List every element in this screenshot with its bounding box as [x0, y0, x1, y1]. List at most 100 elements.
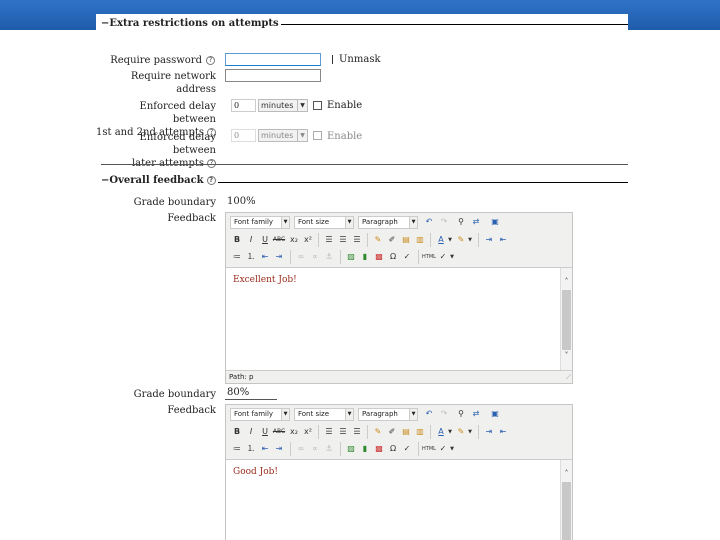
- superscript-button[interactable]: x²: [301, 233, 315, 247]
- help-icon[interactable]: ?: [206, 56, 215, 65]
- chevron-down-icon[interactable]: ▼: [446, 233, 454, 247]
- scroll-up-icon[interactable]: ˄: [561, 276, 572, 288]
- anchor-icon[interactable]: ⚓: [322, 250, 336, 264]
- underline-button[interactable]: U: [258, 425, 272, 439]
- align-center-icon[interactable]: ☰: [336, 425, 350, 439]
- link-icon[interactable]: ∞: [294, 250, 308, 264]
- delay2-enable-checkbox[interactable]: [313, 131, 322, 140]
- bold-button[interactable]: B: [230, 233, 244, 247]
- replace-icon[interactable]: ⇄: [469, 215, 483, 229]
- help-icon[interactable]: ?: [206, 176, 216, 185]
- align-right-icon[interactable]: ☰: [350, 233, 364, 247]
- image-icon[interactable]: ▨: [344, 442, 358, 456]
- rtl-icon[interactable]: ⇤: [496, 233, 510, 247]
- feedback-editor[interactable]: Font family ▼ Font size ▼ Paragraph ▼ ↶ ↷ ⚲…: [225, 212, 573, 384]
- align-left-icon[interactable]: ☰: [322, 233, 336, 247]
- paste-icon[interactable]: ▤: [399, 425, 413, 439]
- paste-icon[interactable]: ▤: [399, 233, 413, 247]
- scroll-thumb[interactable]: [562, 482, 571, 540]
- ltr-icon[interactable]: ⇥: [482, 425, 496, 439]
- find-icon[interactable]: ⚲: [454, 215, 468, 229]
- chevron-down-icon[interactable]: ▼: [466, 233, 474, 247]
- strike-button[interactable]: ABC: [272, 425, 286, 439]
- scroll-up-icon[interactable]: ˄: [561, 468, 572, 480]
- numbered-list-icon[interactable]: ⒈: [244, 442, 258, 456]
- bullet-list-icon[interactable]: ≔: [230, 250, 244, 264]
- outdent-icon[interactable]: ⇤: [258, 250, 272, 264]
- anchor-icon[interactable]: ⚓: [322, 442, 336, 456]
- bold-button[interactable]: B: [230, 425, 244, 439]
- indent-icon[interactable]: ⇥: [272, 250, 286, 264]
- feedback-editor[interactable]: Font family ▼ Font size ▼ Paragraph ▼ ↶ ↷ ⚲…: [225, 404, 573, 540]
- grade-boundary-input[interactable]: 80%: [225, 387, 277, 400]
- delay2-unit-select[interactable]: minutes ▼: [258, 129, 308, 142]
- unmask-checkbox[interactable]: [332, 55, 334, 64]
- html-icon[interactable]: HTML: [422, 250, 436, 264]
- format-select[interactable]: Paragraph ▼: [358, 408, 418, 421]
- numbered-list-icon[interactable]: ⒈: [244, 250, 258, 264]
- italic-button[interactable]: I: [244, 425, 258, 439]
- font-family-select[interactable]: Font family ▼: [230, 408, 290, 421]
- editor-content-area[interactable]: Good Job! ˄: [226, 459, 572, 540]
- emoticon-icon[interactable]: ▩: [372, 442, 386, 456]
- emoticon-icon[interactable]: ▩: [372, 250, 386, 264]
- restrictions-legend[interactable]: −Extra restrictions on attempts: [101, 18, 281, 29]
- vertical-scrollbar[interactable]: ˄: [560, 460, 572, 540]
- paste-word-icon[interactable]: ▥: [413, 233, 427, 247]
- subscript-button[interactable]: x₂: [287, 233, 301, 247]
- fullscreen-icon[interactable]: ▣: [488, 407, 502, 421]
- format-select[interactable]: Paragraph ▼: [358, 216, 418, 229]
- image-icon[interactable]: ▨: [344, 250, 358, 264]
- indent-icon[interactable]: ⇥: [272, 442, 286, 456]
- scroll-thumb[interactable]: [562, 290, 571, 350]
- feedback-legend[interactable]: −Overall feedback?: [101, 175, 218, 186]
- bullet-list-icon[interactable]: ≔: [230, 442, 244, 456]
- resize-grip-icon[interactable]: ⟋: [566, 373, 571, 382]
- cleanup-icon[interactable]: ✎: [371, 233, 385, 247]
- html-icon[interactable]: HTML: [422, 442, 436, 456]
- special-char-icon[interactable]: Ω: [386, 442, 400, 456]
- link-icon[interactable]: ∞: [294, 442, 308, 456]
- font-family-select[interactable]: Font family ▼: [230, 216, 290, 229]
- find-icon[interactable]: ⚲: [454, 407, 468, 421]
- vertical-scrollbar[interactable]: ˄ ˅: [560, 268, 572, 370]
- subscript-button[interactable]: x₂: [287, 425, 301, 439]
- password-input[interactable]: [225, 53, 321, 66]
- paste-text-icon[interactable]: ✐: [385, 425, 399, 439]
- cleanup-icon[interactable]: ✎: [371, 425, 385, 439]
- superscript-button[interactable]: x²: [301, 425, 315, 439]
- underline-button[interactable]: U: [258, 233, 272, 247]
- font-size-select[interactable]: Font size ▼: [294, 408, 354, 421]
- chevron-down-icon[interactable]: ▼: [448, 442, 456, 456]
- ltr-icon[interactable]: ⇥: [482, 233, 496, 247]
- delay1-enable-checkbox[interactable]: [313, 101, 322, 110]
- unlink-icon[interactable]: ∝: [308, 250, 322, 264]
- network-input[interactable]: [225, 69, 321, 82]
- delay1-value-input[interactable]: 0: [231, 99, 256, 112]
- undo-icon[interactable]: ↶: [422, 215, 436, 229]
- redo-icon[interactable]: ↷: [437, 215, 451, 229]
- italic-button[interactable]: I: [244, 233, 258, 247]
- special-char-icon[interactable]: Ω: [386, 250, 400, 264]
- font-size-select[interactable]: Font size ▼: [294, 216, 354, 229]
- scroll-down-icon[interactable]: ˅: [561, 350, 572, 362]
- replace-icon[interactable]: ⇄: [469, 407, 483, 421]
- spellcheck-icon[interactable]: ✓: [400, 442, 414, 456]
- redo-icon[interactable]: ↷: [437, 407, 451, 421]
- undo-icon[interactable]: ↶: [422, 407, 436, 421]
- delay1-unit-select[interactable]: minutes ▼: [258, 99, 308, 112]
- align-right-icon[interactable]: ☰: [350, 425, 364, 439]
- rtl-icon[interactable]: ⇤: [496, 425, 510, 439]
- align-left-icon[interactable]: ☰: [322, 425, 336, 439]
- chevron-down-icon[interactable]: ▼: [446, 425, 454, 439]
- paste-word-icon[interactable]: ▥: [413, 425, 427, 439]
- media-icon[interactable]: ▮: [358, 442, 372, 456]
- spellcheck-icon[interactable]: ✓: [400, 250, 414, 264]
- unlink-icon[interactable]: ∝: [308, 442, 322, 456]
- media-icon[interactable]: ▮: [358, 250, 372, 264]
- editor-content-area[interactable]: Excellent Job! ˄ ˅: [226, 267, 572, 371]
- delay2-value-input[interactable]: 0: [231, 129, 256, 142]
- chevron-down-icon[interactable]: ▼: [466, 425, 474, 439]
- chevron-down-icon[interactable]: ▼: [448, 250, 456, 264]
- align-center-icon[interactable]: ☰: [336, 233, 350, 247]
